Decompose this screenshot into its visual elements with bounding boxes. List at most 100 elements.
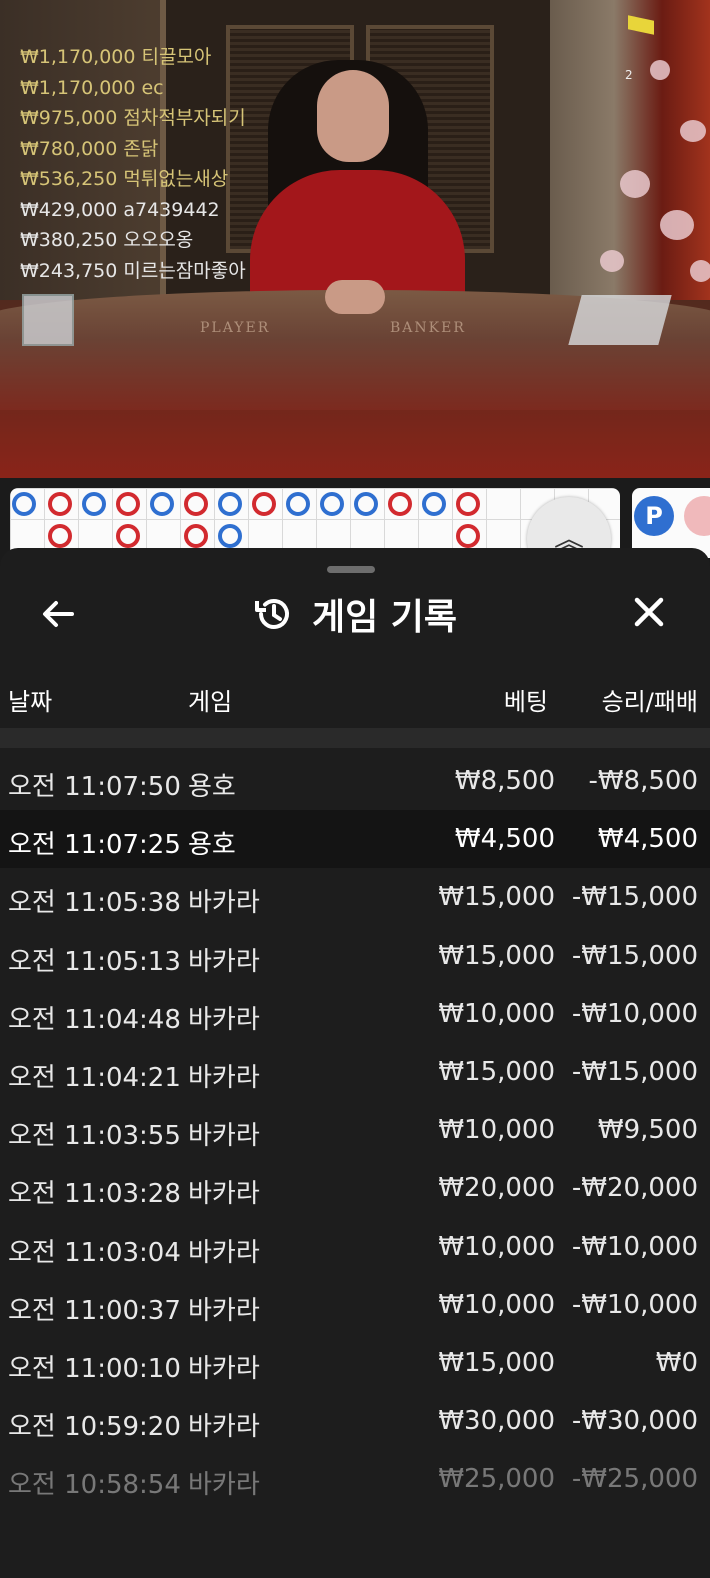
table-row[interactable]: 오전 11:05:13 바카라 ₩15,000 -₩15,000: [0, 927, 710, 985]
row-result: -₩10,000: [571, 1289, 698, 1320]
road-bead-player: [422, 492, 446, 516]
leaderboard-amount: ₩1,170,000: [20, 76, 136, 99]
row-date: 오전 10:58:54: [8, 1470, 181, 1501]
road-bead-banker: [48, 492, 72, 516]
row-game: 바카라: [188, 1121, 260, 1152]
road-bead-player: [354, 492, 378, 516]
leaderboard-row: ₩380,250 오오오옹: [20, 225, 246, 256]
row-date: 오전 11:03:04: [8, 1237, 181, 1268]
row-game: 바카라: [188, 1004, 260, 1035]
row-bet: ₩4,500: [454, 824, 555, 855]
row-bet: ₩10,000: [438, 1231, 555, 1262]
leaderboard-amount: ₩243,750: [20, 259, 118, 282]
blossom: [660, 210, 694, 240]
sheet-header: 게임 기록: [0, 588, 710, 640]
blossom: [690, 260, 710, 282]
table-row[interactable]: 오전 10:58:54 바카라 ₩25,000 -₩25,000: [0, 1450, 710, 1508]
row-result: -₩30,000: [571, 1406, 698, 1437]
row-game: 바카라: [188, 1295, 260, 1326]
table-row[interactable]: 오전 11:03:04 바카라 ₩10,000 -₩10,000: [0, 1218, 710, 1276]
column-header-date: 날짜: [8, 688, 53, 716]
row-bet: ₩15,000: [438, 1056, 555, 1087]
row-result: ₩0: [655, 1347, 698, 1378]
column-header-bet: 베팅: [503, 688, 548, 716]
row-game: 용호: [188, 772, 236, 802]
road-bead-banker: [48, 524, 72, 548]
dealer-hands: [325, 280, 385, 314]
table-row[interactable]: 오전 11:00:10 바카라 ₩15,000 ₩0: [0, 1334, 710, 1392]
table-row[interactable]: 오전 11:05:38 바카라 ₩15,000 -₩15,000: [0, 868, 710, 926]
road-bead-player: [218, 524, 242, 548]
row-result: -₩15,000: [571, 940, 698, 971]
row-date: 오전 11:05:13: [8, 946, 181, 977]
leaderboard-name: a7439442: [123, 198, 220, 221]
table-row[interactable]: 오전 11:00:37 바카라 ₩10,000 -₩10,000: [0, 1276, 710, 1334]
row-result: -₩20,000: [571, 1173, 698, 1204]
winners-leaderboard: ₩1,170,000 티끌모아 ₩1,170,000 ec ₩975,000 점차적부…: [20, 42, 246, 286]
row-date: 오전 11:03:28: [8, 1179, 181, 1210]
row-bet: ₩10,000: [438, 1115, 555, 1146]
table-row[interactable]: 오전 11:04:21 바카라 ₩15,000 -₩15,000: [0, 1043, 710, 1101]
leaderboard-amount: ₩536,250: [20, 168, 118, 190]
table-row[interactable]: 오전 11:03:55 바카라 ₩10,000 ₩9,500: [0, 1101, 710, 1159]
column-header-game: 게임: [188, 688, 233, 716]
row-result: -₩10,000: [571, 998, 698, 1029]
leaderboard-amount: ₩780,000: [20, 137, 118, 160]
row-result: ₩4,500: [597, 824, 698, 855]
road-bead-player: [320, 492, 344, 516]
row-date: 오전 11:07:25: [8, 830, 181, 861]
table-label-banker: BANKER: [390, 320, 466, 336]
card-discard-tray: [22, 294, 74, 346]
row-game: 용호: [188, 830, 236, 861]
leaderboard-row: ₩975,000 점차적부자되기: [20, 103, 246, 134]
row-game: 바카라: [188, 1412, 260, 1443]
blossom: [600, 250, 624, 272]
leaderboard-name: 미르는잠마좋아: [123, 259, 246, 282]
row-result: -₩15,000: [571, 882, 698, 913]
row-game: 바카라: [188, 1237, 260, 1268]
road-bead-player: [150, 492, 174, 516]
table-row[interactable]: 오전 11:07:25 용호 ₩4,500 ₩4,500: [0, 810, 710, 869]
road-bead-player: [12, 492, 36, 516]
row-bet: ₩15,000: [438, 882, 555, 913]
leaderboard-row: ₩429,000 a7439442: [20, 195, 246, 226]
card-shoe: [568, 295, 672, 345]
leaderboard-name: 티끌모아: [141, 46, 212, 68]
dealer-face: [317, 70, 389, 162]
row-date: 오전 11:03:55: [8, 1121, 181, 1152]
leaderboard-name: 오오오옹: [123, 229, 194, 251]
row-bet: ₩8,500: [454, 766, 555, 796]
close-button[interactable]: [628, 592, 670, 634]
row-date: 오전 11:00:10: [8, 1353, 181, 1384]
leaderboard-name: 점차적부자되기: [123, 107, 246, 129]
history-table[interactable]: 오전 11:07:50 용호 ₩8,500 -₩8,500 오전 11:07:25 용호…: [0, 752, 710, 1508]
row-date: 오전 11:07:50: [8, 772, 181, 802]
leaderboard-row: ₩780,000 존닭: [20, 134, 246, 165]
leaderboard-name: 먹튀없는새상: [123, 168, 229, 190]
row-date: 오전 11:05:38: [8, 888, 181, 919]
road-bead-player: [286, 492, 310, 516]
road-bead-banker: [456, 492, 480, 516]
row-game: 바카라: [188, 1353, 260, 1384]
header-divider: [0, 728, 710, 748]
leaderboard-amount: ₩380,250: [20, 229, 118, 251]
row-bet: ₩15,000: [438, 940, 555, 971]
leaderboard-row: ₩536,250 먹튀없는새상: [20, 164, 246, 195]
row-bet: ₩30,000: [438, 1406, 555, 1437]
table-row[interactable]: 오전 11:07:50 용호 ₩8,500 -₩8,500: [0, 752, 710, 810]
road-bead-banker: [252, 492, 276, 516]
row-bet: ₩15,000: [438, 1347, 555, 1378]
sheet-drag-handle[interactable]: [327, 566, 375, 573]
row-date: 오전 10:59:20: [8, 1412, 181, 1443]
player-badge: P: [634, 496, 674, 536]
leaderboard-amount: ₩1,170,000: [20, 46, 136, 68]
row-date: 오전 11:04:48: [8, 1004, 181, 1035]
leaderboard-row: ₩1,170,000 ec: [20, 73, 246, 104]
table-row[interactable]: 오전 11:04:48 바카라 ₩10,000 -₩10,000: [0, 985, 710, 1043]
road-bead-banker: [116, 492, 140, 516]
table-row[interactable]: 오전 10:59:20 바카라 ₩30,000 -₩30,000: [0, 1392, 710, 1450]
row-game: 바카라: [188, 888, 260, 919]
row-bet: ₩10,000: [438, 1289, 555, 1320]
table-row[interactable]: 오전 11:03:28 바카라 ₩20,000 -₩20,000: [0, 1159, 710, 1217]
road-bead-banker: [388, 492, 412, 516]
